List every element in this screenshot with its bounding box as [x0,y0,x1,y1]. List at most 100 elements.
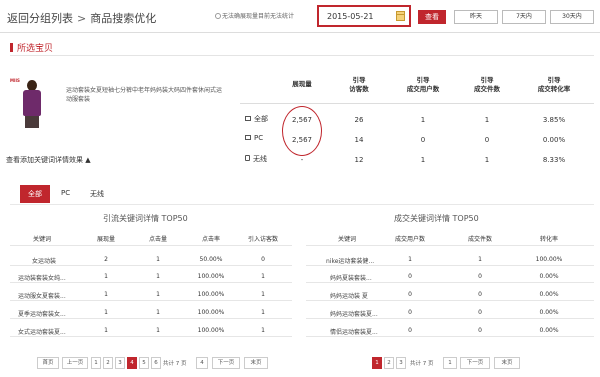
table-row-divider [306,318,594,319]
left-pagination-total: 共计 7 页 [163,361,187,367]
breadcrumb-back-link[interactable]: 返回分组列表 [7,12,73,25]
monitor-icon [245,116,251,121]
stats-cell: 1 [420,156,426,164]
date-picker[interactable]: 2015-05-21 [317,5,411,27]
product-title[interactable]: 运动套装女夏短袖七分裤中老年妈妈装大码四件套休闲式运动服套装 [66,86,226,104]
table-cell: 1 [261,309,265,316]
range-30days-button[interactable]: 30天内 [550,10,594,24]
table-row-keyword[interactable]: 情侣运动套装夏... [330,327,378,336]
right-pagination-page-current[interactable]: 1 [372,357,382,369]
table-cell: 0.00% [539,291,559,298]
range-7days-button[interactable]: 7天内 [502,10,546,24]
stats-cell: 0 [484,136,490,144]
left-pagination-first[interactable]: 首页 [37,357,59,369]
table-row-divider [10,318,292,319]
model-shirt [23,90,41,116]
tab-wireless[interactable]: 无线 [90,189,104,199]
wireless-icon [245,155,250,161]
stats-header-buyers: 引导 成交用户数 [406,76,440,93]
left-pagination-page[interactable]: 2 [103,357,113,369]
impression-checkbox[interactable]: 无法确展现量目前无法统计 [215,11,294,20]
stats-header-conversion: 引导 成交转化率 [537,76,571,93]
left-pagination-prev[interactable]: 上一页 [62,357,88,369]
table-row-keyword[interactable]: 运动装套装女纯... [18,273,66,282]
table-cell: 1 [261,291,265,298]
table-cell: 0 [478,327,482,334]
stats-row-pc-label: PC [245,134,263,142]
stats-header-divider [240,103,594,104]
model-pants [25,116,39,128]
tabs-divider [10,204,594,205]
left-pagination-page-current[interactable]: 4 [127,357,137,369]
page-root: 返回分组列表 > 商品搜索优化 无法确展现量目前无法统计 2015-05-21 查看… [0,0,600,377]
right-pagination-page[interactable]: 3 [396,357,406,369]
left-pagination-page[interactable]: 6 [151,357,161,369]
right-pagination-jump-input[interactable]: 1 [443,357,457,369]
brand-logo: MIIS [10,78,20,83]
left-col-impressions: 展现量 [96,236,115,243]
checkbox-icon[interactable] [215,13,221,19]
left-pagination-jump-input[interactable]: 4 [196,357,208,369]
table-cell: 1 [156,256,160,263]
left-col-keyword: 关键词 [32,236,51,243]
product-image[interactable]: MIIS [10,76,50,128]
keyword-effect-link[interactable]: 查看添加关键词详情效果 ▲ [6,155,91,165]
right-col-conversion: 转化率 [539,236,558,243]
right-pagination-page[interactable]: 2 [384,357,394,369]
table-cell: 0 [408,291,412,298]
left-pagination-next[interactable]: 下一页 [212,357,240,369]
left-col-clicks: 点击量 [148,236,167,243]
table-cell: 50.00% [199,256,223,263]
monitor-icon [245,135,251,140]
table-cell: 1 [156,309,160,316]
table-cell: 1 [408,256,412,263]
right-col-buyers: 成交用户数 [394,236,425,243]
table-row-keyword[interactable]: 女式运动套装夏... [18,327,66,336]
right-header-divider [306,245,594,246]
table-row-keyword[interactable]: 女运动装 [32,256,56,265]
left-pagination-page[interactable]: 5 [139,357,149,369]
table-cell: 1 [156,327,160,334]
stats-cell: 14 [354,136,364,144]
tab-pc[interactable]: PC [61,189,70,197]
table-cell: 0.00% [539,309,559,316]
right-pagination-last[interactable]: 末页 [494,357,520,369]
table-row-divider [10,336,292,337]
range-yesterday-button[interactable]: 昨天 [454,10,498,24]
stats-header-visitors: 引导 访客数 [349,76,369,93]
left-pagination-page[interactable]: 1 [91,357,101,369]
stats-header-items: 引导 成交件数 [474,76,500,93]
table-cell: 1 [261,273,265,280]
stats-row-all-label: 全部 [245,114,268,124]
table-row-keyword[interactable]: nike运动套装健... [326,256,374,265]
table-row-divider [306,300,594,301]
table-cell: 1 [104,273,108,280]
table-row-keyword[interactable]: 运动服女夏套装... [18,291,66,300]
table-row-keyword[interactable]: 妈妈运动套装夏... [330,309,378,318]
stats-cell: 26 [354,116,364,124]
table-row-keyword[interactable]: 妈妈运动装 夏 [330,291,368,300]
table-cell: 100.00% [197,309,225,316]
stats-row-wireless-label: 无线 [245,154,267,164]
stats-cell: 1 [420,116,426,124]
breadcrumb-current: 商品搜索优化 [90,12,157,25]
breadcrumb-separator: > [77,12,87,25]
tab-all[interactable]: 全部 [20,185,50,203]
query-button[interactable]: 查看 [418,10,446,24]
section-title-text: 所选宝贝 [17,44,54,54]
table-cell: 0 [261,256,265,263]
stats-cell: 12 [354,156,364,164]
table-cell: 2 [104,256,108,263]
left-pagination-page[interactable]: 3 [115,357,125,369]
calendar-icon[interactable] [396,11,405,21]
right-col-items: 成交件数 [467,236,492,243]
right-pagination-next[interactable]: 下一页 [460,357,490,369]
stats-cell: 3.85% [542,116,566,124]
table-row-keyword[interactable]: 妈妈夏装套装... [330,273,372,282]
table-row-keyword[interactable]: 夏季运动套装女... [18,309,66,318]
stats-cell: 8.33% [542,156,566,164]
checkbox-label: 无法确展现量目前无法统计 [222,13,295,20]
left-pagination-last[interactable]: 末页 [244,357,268,369]
table-cell: 100.00% [197,327,225,334]
table-cell: 0 [408,309,412,316]
